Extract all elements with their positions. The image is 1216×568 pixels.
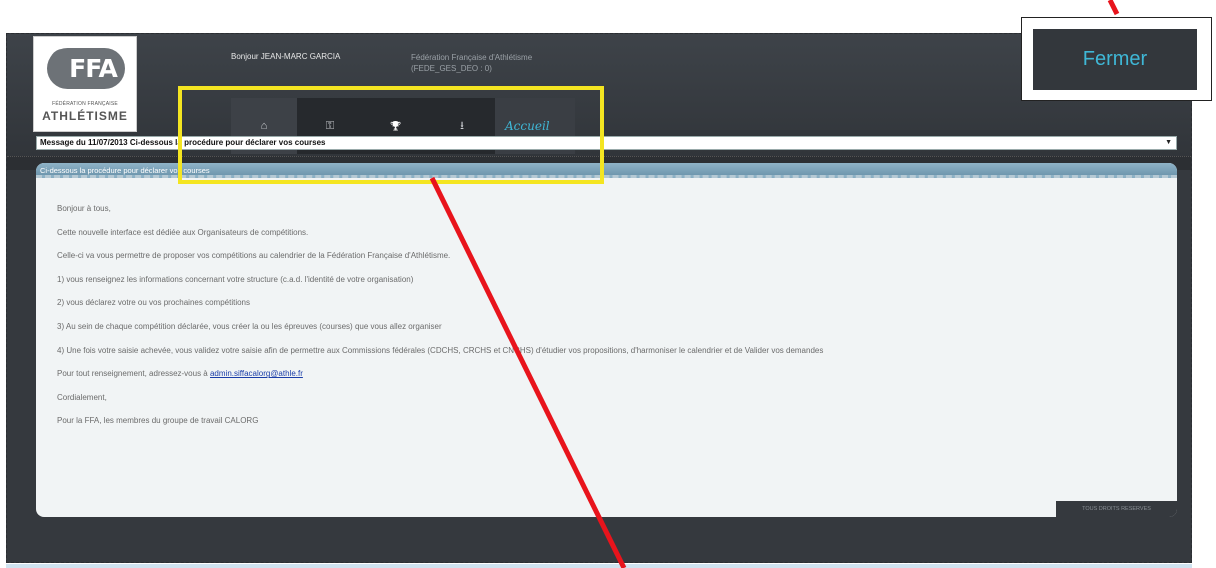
panel-body: Bonjour à tous, Cette nouvelle interface… xyxy=(36,178,1177,425)
ffa-logo[interactable]: FFA FÉDÉRATION FRANÇAISE ATHLÉTISME xyxy=(33,36,137,132)
trophy-icon: 🏆 xyxy=(390,120,402,131)
bottom-bar xyxy=(6,564,1192,568)
federation-name: Fédération Française d'Athlétisme xyxy=(411,53,533,62)
panel-title: Ci-dessous la procédure pour déclarer vo… xyxy=(36,163,1177,178)
federation-info: Fédération Française d'Athlétisme (FEDE_… xyxy=(411,52,532,74)
contact-line: Pour tout renseignement, adressez-vous à… xyxy=(57,369,1177,378)
contact-email-link[interactable]: admin.siffacalorg@athle.fr xyxy=(210,369,303,378)
paragraph: 2) vous déclarez votre ou vos prochaines… xyxy=(57,298,250,308)
red-arrow-head xyxy=(1107,0,1120,16)
home-icon: ⌂ xyxy=(260,120,268,132)
logo-title: ATHLÉTISME xyxy=(42,109,128,123)
message-select[interactable]: Message du 11/07/2013 Ci-dessous la proc… xyxy=(36,136,1177,150)
download-icon: ⭳ xyxy=(460,119,464,132)
footer-copyright: TOUS DROITS RESERVES xyxy=(1056,501,1177,517)
key-icon: ⚿ xyxy=(325,119,335,132)
federation-code: (FEDE_GES_DEO : 0) xyxy=(411,64,492,73)
message-panel: Ci-dessous la procédure pour déclarer vo… xyxy=(36,163,1177,517)
paragraph: 1) vous renseignez les informations conc… xyxy=(57,274,414,284)
closing: Cordialement, xyxy=(57,392,107,402)
ffa-logo-mark: FFA xyxy=(46,43,126,93)
fermer-button[interactable]: Fermer xyxy=(1033,29,1197,90)
ffa-logo-letters: FFA xyxy=(47,47,125,89)
paragraph: 3) Au sein de chaque compétition déclaré… xyxy=(57,321,442,331)
paragraph: 4) Une fois votre saisie achevée, vous v… xyxy=(57,345,824,355)
user-greeting: Bonjour JEAN-MARC GARCIA xyxy=(231,52,341,61)
paragraph: Celle-ci va vous permettre de proposer v… xyxy=(57,251,451,261)
logo-subtitle: FÉDÉRATION FRANÇAISE xyxy=(52,101,118,107)
contact-prefix: Pour tout renseignement, adressez-vous à xyxy=(57,369,210,379)
chevron-down-icon: ▼ xyxy=(1165,139,1172,146)
paragraph: Bonjour à tous, xyxy=(57,204,111,213)
signature: Pour la FFA, les membres du groupe de tr… xyxy=(57,416,259,426)
paragraph: Cette nouvelle interface est dédiée aux … xyxy=(57,227,309,237)
message-select-value: Message du 11/07/2013 Ci-dessous la proc… xyxy=(40,138,326,147)
